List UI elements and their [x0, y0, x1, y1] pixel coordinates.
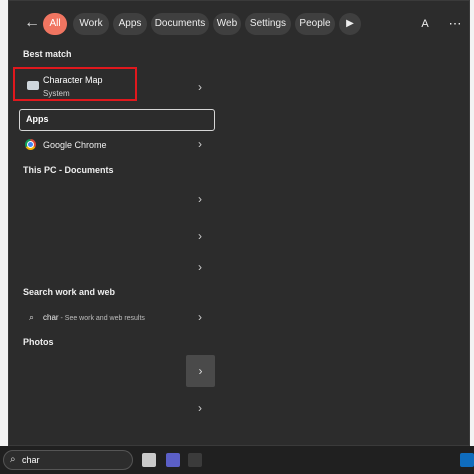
photos-chevron-button[interactable]: ›: [186, 355, 215, 387]
back-arrow-icon[interactable]: ←: [21, 12, 43, 34]
avatar[interactable]: A: [415, 13, 435, 35]
chip-documents[interactable]: Documents: [151, 13, 209, 35]
chevron-right-icon[interactable]: ›: [198, 229, 202, 243]
chevron-right-icon[interactable]: ›: [198, 260, 202, 274]
best-match-subtitle: System: [43, 89, 70, 98]
taskbar-search-text: char: [22, 455, 40, 465]
web-search-result[interactable]: char - See work and web results: [43, 313, 145, 322]
character-map-icon: [27, 81, 39, 90]
chevron-right-icon[interactable]: ›: [198, 192, 202, 206]
chevron-right-icon[interactable]: ›: [198, 401, 202, 415]
web-search-hint: - See work and web results: [58, 315, 145, 322]
task-view-icon[interactable]: [142, 453, 156, 467]
chevron-right-icon[interactable]: ›: [198, 137, 202, 151]
search-icon: ⌕: [29, 312, 35, 322]
app-item-chrome[interactable]: Google Chrome: [43, 140, 107, 150]
chip-web[interactable]: Web: [213, 13, 241, 35]
taskbar-app-icon[interactable]: [188, 453, 202, 467]
section-search-web: Search work and web: [23, 287, 116, 297]
section-photos: Photos: [23, 337, 54, 347]
outlook-icon[interactable]: [460, 453, 474, 467]
apps-header[interactable]: Apps: [19, 109, 215, 131]
chevron-right-icon[interactable]: ›: [198, 310, 202, 324]
web-search-query: char: [43, 313, 59, 322]
play-icon[interactable]: ▶: [339, 13, 361, 35]
chip-all[interactable]: All: [43, 13, 67, 35]
chip-apps[interactable]: Apps: [113, 13, 147, 35]
chip-settings[interactable]: Settings: [245, 13, 291, 35]
search-panel: ← All Work Apps Documents Web Settings P…: [8, 0, 470, 446]
chip-people[interactable]: People: [295, 13, 335, 35]
best-match-title[interactable]: Character Map: [43, 75, 103, 85]
filter-bar: ← All Work Apps Documents Web Settings P…: [9, 1, 469, 45]
teams-icon[interactable]: [166, 453, 180, 467]
taskbar: ⌕ char: [0, 446, 474, 474]
section-best-match: Best match: [23, 49, 72, 59]
chevron-right-icon[interactable]: ›: [198, 80, 202, 94]
apps-header-label: Apps: [26, 114, 49, 124]
chip-work[interactable]: Work: [73, 13, 109, 35]
taskbar-search-box[interactable]: ⌕ char: [3, 450, 133, 470]
more-options-icon[interactable]: ⋯: [445, 13, 465, 35]
section-this-pc-documents: This PC - Documents: [23, 165, 114, 175]
search-icon: ⌕: [10, 454, 16, 465]
chrome-icon: [25, 139, 36, 150]
